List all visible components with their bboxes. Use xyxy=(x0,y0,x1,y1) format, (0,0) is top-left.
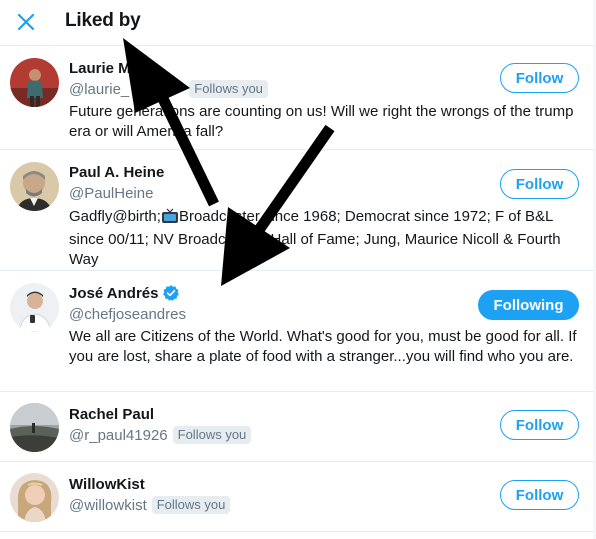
list-item[interactable]: Rachel Paul @r_paul41926 Follows you Fol… xyxy=(0,392,593,462)
user-name[interactable]: José Andrés xyxy=(69,285,158,302)
television-icon xyxy=(161,206,179,230)
user-bio: We all are Citizens of the World. What's… xyxy=(69,328,577,365)
follows-you-badge: Follows you xyxy=(151,496,231,514)
user-bio: Gadfly@birth; Broadcaster since 1968; Dem… xyxy=(69,206,581,270)
user-bio: Future generations are counting on us! W… xyxy=(69,103,574,140)
user-handle[interactable]: @laurie_ xyxy=(69,81,129,98)
avatar[interactable] xyxy=(10,162,59,211)
list-item[interactable]: Paul A. Heine @PaulHeine Gadfly@birth; Br… xyxy=(0,150,593,271)
avatar[interactable] xyxy=(10,473,59,522)
bio-text: Gadfly@birth; xyxy=(69,208,161,225)
user-handle[interactable]: @r_paul41926 xyxy=(69,427,168,444)
follow-button[interactable]: Follow xyxy=(500,480,579,510)
user-handle[interactable]: @chefjoseandres xyxy=(69,306,186,323)
follows-you-badge: Follows you xyxy=(189,80,268,98)
page-title: Liked by xyxy=(65,10,141,31)
avatar[interactable] xyxy=(10,283,59,332)
user-list: Laurie M @laurie_ Follows you Future gen… xyxy=(0,46,596,532)
follow-button[interactable]: Follow xyxy=(500,169,579,199)
list-item[interactable]: Laurie M @laurie_ Follows you Future gen… xyxy=(0,46,593,150)
user-name[interactable]: Rachel Paul xyxy=(69,406,154,423)
user-name[interactable]: Laurie M xyxy=(69,60,131,77)
follows-you-badge: Follows you xyxy=(172,426,252,444)
user-handle[interactable]: @PaulHeine xyxy=(69,185,153,202)
verified-badge-icon xyxy=(162,284,180,302)
avatar[interactable] xyxy=(10,58,59,107)
close-icon xyxy=(17,13,35,31)
modal-header: Liked by xyxy=(0,0,596,46)
user-name[interactable]: WillowKist xyxy=(69,476,145,493)
avatar[interactable] xyxy=(10,403,59,452)
user-handle[interactable]: @willowkist xyxy=(69,497,147,514)
following-button[interactable]: Following xyxy=(478,290,579,320)
follow-button[interactable]: Follow xyxy=(500,63,579,93)
close-button[interactable] xyxy=(13,9,39,35)
list-item[interactable]: José Andrés @chefjoseandres We all are C… xyxy=(0,271,593,392)
user-name[interactable]: Paul A. Heine xyxy=(69,164,164,181)
list-item[interactable]: WillowKist @willowkist Follows you Follo… xyxy=(0,462,593,532)
follow-button[interactable]: Follow xyxy=(500,410,579,440)
